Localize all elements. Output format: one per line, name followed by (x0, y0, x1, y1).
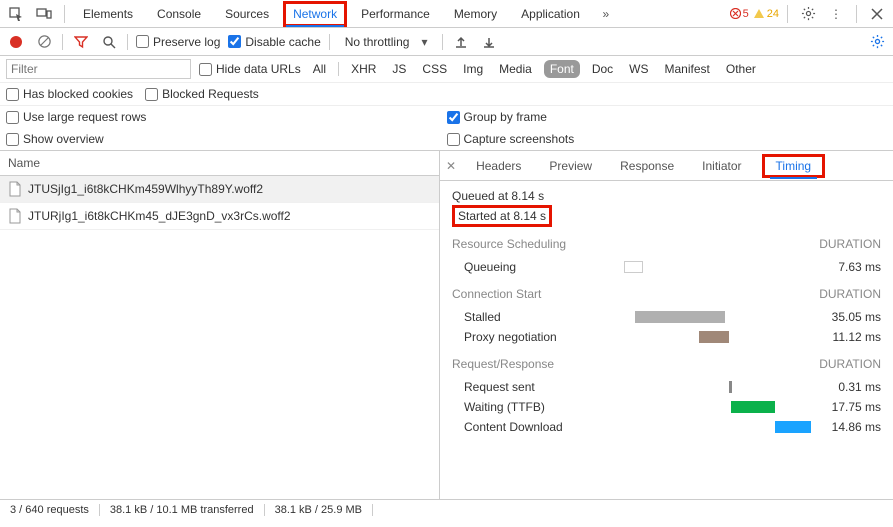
close-details-icon[interactable]: ✕ (446, 159, 456, 173)
tab-timing[interactable]: Timing (762, 154, 826, 178)
filter-type-css[interactable]: CSS (418, 60, 451, 78)
timing-row: Waiting (TTFB)17.75 ms (452, 397, 881, 417)
clear-icon[interactable] (34, 32, 54, 52)
tab-preview[interactable]: Preview (541, 153, 600, 179)
blocked-opts-row: Has blocked cookies Blocked Requests (0, 83, 893, 106)
hide-data-urls-checkbox[interactable]: Hide data URLs (199, 62, 301, 76)
timing-panel: Queued at 8.14 s Started at 8.14 s Resou… (440, 181, 893, 499)
timing-row: Proxy negotiation11.12 ms (452, 327, 881, 347)
blocked-requests-checkbox[interactable]: Blocked Requests (145, 87, 259, 101)
large-rows-checkbox[interactable]: Use large request rows (6, 110, 447, 124)
file-icon (8, 181, 22, 197)
filter-type-js[interactable]: JS (388, 60, 410, 78)
inspect-icon[interactable] (4, 2, 28, 26)
timing-row: Queueing7.63 ms (452, 257, 881, 277)
upload-har-icon[interactable] (451, 32, 471, 52)
chevron-down-icon: ▾ (421, 35, 427, 49)
filter-input[interactable] (6, 59, 191, 79)
capture-screenshots-checkbox[interactable]: Capture screenshots (447, 132, 888, 146)
requests-count: 3 / 640 requests (0, 504, 100, 516)
filter-icon[interactable] (71, 32, 91, 52)
resources-size: 38.1 kB / 25.9 MB (265, 504, 373, 516)
download-har-icon[interactable] (479, 32, 499, 52)
filter-type-media[interactable]: Media (495, 60, 536, 78)
error-badge[interactable]: 5 (730, 8, 749, 20)
warning-badge[interactable]: 24 (753, 8, 779, 20)
network-toolbar: Preserve log Disable cache No throttling… (0, 28, 893, 56)
table-row[interactable]: JTURjIg1_i6t8kCHKm45_dJE3gnD_vx3rCs.woff… (0, 203, 439, 230)
queued-at-label: Queued at 8.14 s (452, 189, 881, 203)
transferred-size: 38.1 kB / 10.1 MB transferred (100, 504, 265, 516)
started-at-label: Started at 8.14 s (452, 205, 552, 227)
disable-cache-checkbox[interactable]: Disable cache (228, 35, 320, 49)
gear-icon[interactable] (796, 2, 820, 26)
tab-sources[interactable]: Sources (215, 1, 279, 27)
tab-performance[interactable]: Performance (351, 1, 440, 27)
request-list: Name JTUSjIg1_i6t8kCHKm459WlhyyTh89Y.wof… (0, 151, 440, 499)
filter-type-font[interactable]: Font (544, 60, 580, 78)
search-icon[interactable] (99, 32, 119, 52)
kebab-icon[interactable]: ⋮ (824, 2, 848, 26)
filter-type-manifest[interactable]: Manifest (661, 60, 714, 78)
tab-initiator[interactable]: Initiator (694, 153, 749, 179)
more-tabs-icon[interactable]: » (594, 2, 618, 26)
filter-type-all[interactable]: All (309, 60, 330, 78)
settings-gear-icon[interactable] (867, 32, 887, 52)
filter-type-img[interactable]: Img (459, 60, 487, 78)
group-frame-checkbox[interactable]: Group by frame (447, 110, 888, 124)
filter-type-doc[interactable]: Doc (588, 60, 617, 78)
throttling-select[interactable]: No throttling ▾ (338, 32, 435, 52)
detail-tabbar: ✕ Headers Preview Response Initiator Tim… (440, 151, 893, 181)
table-row[interactable]: JTUSjIg1_i6t8kCHKm459WlhyyTh89Y.woff2 (0, 176, 439, 203)
timing-row: Content Download14.86 ms (452, 417, 881, 437)
tab-application[interactable]: Application (511, 1, 590, 27)
file-icon (8, 208, 22, 224)
tab-elements[interactable]: Elements (73, 1, 143, 27)
tab-response[interactable]: Response (612, 153, 682, 179)
tab-headers[interactable]: Headers (468, 153, 529, 179)
preserve-log-checkbox[interactable]: Preserve log (136, 35, 220, 49)
blocked-cookies-checkbox[interactable]: Has blocked cookies (6, 87, 133, 101)
tab-memory[interactable]: Memory (444, 1, 507, 27)
tab-network[interactable]: Network (283, 1, 347, 27)
timing-row: Stalled35.05 ms (452, 307, 881, 327)
timing-row: Request sent0.31 ms (452, 377, 881, 397)
filter-type-other[interactable]: Other (722, 60, 760, 78)
show-overview-checkbox[interactable]: Show overview (6, 132, 447, 146)
filter-type-ws[interactable]: WS (625, 60, 652, 78)
device-toggle-icon[interactable] (32, 2, 56, 26)
status-bar: 3 / 640 requests 38.1 kB / 10.1 MB trans… (0, 499, 893, 519)
extra-opts-row: Use large request rows Show overview Gro… (0, 106, 893, 151)
tab-console[interactable]: Console (147, 1, 211, 27)
record-button[interactable] (6, 32, 26, 52)
filter-type-xhr[interactable]: XHR (347, 60, 380, 78)
filter-bar: Hide data URLs All XHR JS CSS Img Media … (0, 56, 893, 83)
name-column-header[interactable]: Name (0, 151, 439, 176)
devtools-tabbar: Elements Console Sources Network Perform… (0, 0, 893, 28)
close-icon[interactable] (865, 2, 889, 26)
